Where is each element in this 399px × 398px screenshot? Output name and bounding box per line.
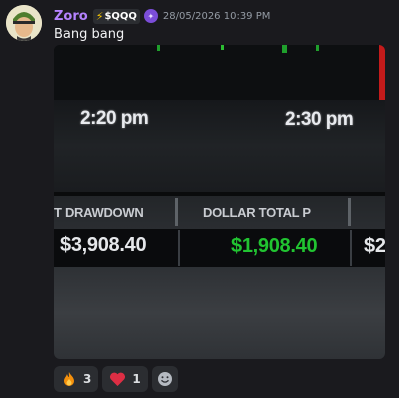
reaction-fire[interactable]: 3 [54, 366, 99, 392]
timestamp: 28/05/2026 10:39 PM [162, 10, 271, 22]
role-badge[interactable]: ⚡ $QQQ [92, 8, 140, 24]
server-role-icon[interactable]: ✦ [143, 9, 158, 23]
column-separator [175, 198, 178, 226]
fire-icon [61, 371, 77, 387]
cropped-value: $2 [364, 235, 385, 257]
add-reaction-button[interactable] [151, 366, 178, 392]
lower-panel [54, 267, 385, 359]
image-attachment[interactable]: 2:20 pm 2:30 pm T DRAWDOWN DOLLAR TOTAL … [54, 45, 385, 359]
role-badge-label: $QQQ [104, 10, 137, 22]
column-separator [348, 198, 351, 226]
smiley-icon [157, 371, 173, 387]
username[interactable]: Zoro [54, 9, 88, 24]
reactions-bar: 3 1 [54, 366, 178, 392]
column-header-drawdown: T DRAWDOWN [54, 205, 144, 220]
candle [316, 45, 319, 51]
candle [157, 45, 160, 51]
heart-icon [109, 372, 126, 387]
dollar-total-value: $1,908.40 [231, 235, 318, 257]
reaction-count: 1 [132, 372, 141, 386]
avatar[interactable] [6, 5, 42, 41]
reaction-count: 3 [83, 372, 92, 386]
avatar-image [6, 5, 42, 41]
message-text: Bang bang [54, 27, 125, 42]
candle [221, 45, 224, 50]
drawdown-value: $3,908.40 [60, 234, 147, 256]
time-label: 2:30 pm [285, 109, 354, 130]
time-label: 2:20 pm [80, 108, 149, 129]
column-separator [178, 230, 180, 266]
reaction-heart[interactable]: 1 [102, 366, 148, 392]
message-header: Zoro ⚡ $QQQ ✦ 28/05/2026 10:39 PM [54, 7, 270, 25]
lightning-icon: ⚡ [95, 9, 104, 23]
column-separator [350, 230, 352, 266]
column-header-dollar-total: DOLLAR TOTAL P [203, 205, 311, 220]
candle [282, 45, 287, 53]
